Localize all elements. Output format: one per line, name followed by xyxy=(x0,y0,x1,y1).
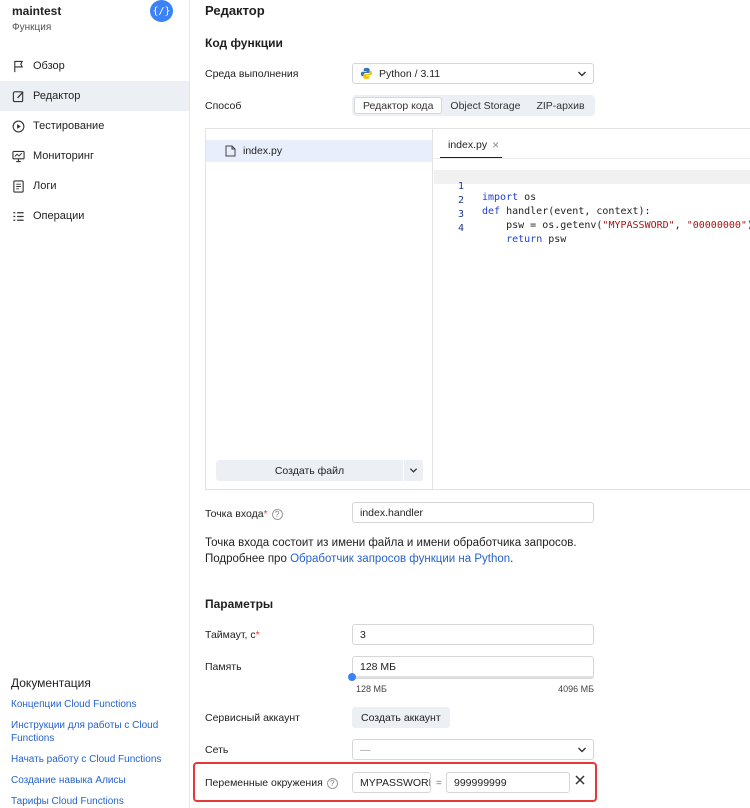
sidebar-item-testing[interactable]: Тестирование xyxy=(0,111,189,141)
tab-code-editor[interactable]: Редактор кода xyxy=(354,97,443,114)
doc-link-pricing[interactable]: Тарифы Cloud Functions xyxy=(11,795,181,808)
file-name: index.py xyxy=(243,145,283,157)
help-icon[interactable]: ? xyxy=(271,508,283,520)
entry-input[interactable]: index.handler xyxy=(352,502,594,523)
sidebar-item-editor[interactable]: Редактор xyxy=(0,81,189,111)
memory-slider-handle[interactable] xyxy=(348,673,356,681)
timeout-label-text: Таймаут, с xyxy=(205,629,256,641)
file-tree: index.py Создать файл xyxy=(206,129,433,489)
create-account-button[interactable]: Создать аккаунт xyxy=(352,707,450,728)
required-mark: * xyxy=(263,508,268,520)
entry-label: Точка входа*? xyxy=(205,508,283,520)
flag-icon xyxy=(14,60,24,72)
doc-link-alice-skill[interactable]: Создание навыка Алисы xyxy=(11,774,181,787)
runtime-select[interactable]: Python / 3.11 xyxy=(352,63,594,84)
docs-title: Документация xyxy=(11,676,91,690)
sidebar-nav: Обзор Редактор Тестирование Мониторинг Л… xyxy=(0,51,189,231)
code-pane[interactable]: index.py × 1 import os 2 def handler(eve… xyxy=(434,129,750,489)
close-tab-icon[interactable]: × xyxy=(492,138,499,152)
tab-object-storage[interactable]: Object Storage xyxy=(442,97,528,114)
code-line: 4 return psw xyxy=(434,212,750,245)
help-icon[interactable]: ? xyxy=(326,777,338,789)
section-params-title: Параметры xyxy=(205,597,274,611)
network-value: — xyxy=(360,743,371,756)
code-keyword: return xyxy=(506,234,543,245)
python-handler-link[interactable]: Обработчик запросов функции на Python xyxy=(290,553,510,565)
entry-desc-line2: Подробнее про Обработчик запросов функци… xyxy=(205,553,514,565)
sidebar-item-overview[interactable]: Обзор xyxy=(0,51,189,81)
memory-label: Память xyxy=(205,661,242,673)
log-icon xyxy=(13,179,24,193)
required-mark: * xyxy=(255,629,260,641)
app-type: Функция xyxy=(12,22,52,33)
memory-slider-track[interactable] xyxy=(352,676,594,678)
entry-desc-line: Точка входа состоит из имени файла и име… xyxy=(205,537,577,549)
code-line: 2 def handler(event, context): xyxy=(434,184,750,217)
page-title: Редактор xyxy=(205,3,265,18)
env-label: Переменные окружения? xyxy=(205,777,338,789)
list-icon xyxy=(13,211,24,221)
env-key-input[interactable]: MYPASSWORD xyxy=(352,772,431,793)
entry-label-text: Точка входа xyxy=(205,508,264,520)
create-file-button[interactable]: Создать файл xyxy=(216,460,403,481)
chevron-down-icon xyxy=(578,71,586,77)
doc-link-getting-started[interactable]: Начать работу с Cloud Functions xyxy=(11,753,181,766)
section-code-title: Код функции xyxy=(205,36,283,50)
memory-min: 128 МБ xyxy=(356,684,387,694)
sidebar-item-label: Редактор xyxy=(33,90,81,102)
tab-zip-archive[interactable]: ZIP-архив xyxy=(528,97,592,114)
runtime-value: Python / 3.11 xyxy=(379,67,441,80)
account-label: Сервисный аккаунт xyxy=(205,712,300,724)
code-tab[interactable]: index.py × xyxy=(448,138,499,152)
sidebar-item-label: Обзор xyxy=(33,60,65,72)
file-icon xyxy=(225,145,236,157)
code-editor: index.py Создать файл index.py × 1 impor… xyxy=(205,128,750,490)
code-line: 3 psw = os.getenv("MYPASSWORD", "0000000… xyxy=(434,198,750,231)
line-number: 4 xyxy=(457,223,464,234)
sidebar-item-label: Мониторинг xyxy=(33,150,95,162)
env-value-input[interactable]: 999999999 xyxy=(446,772,570,793)
sidebar-item-label: Тестирование xyxy=(33,120,105,132)
entry-description: Точка входа состоит из имени файла и име… xyxy=(205,535,577,567)
code-divider xyxy=(434,158,750,159)
method-label: Способ xyxy=(205,100,242,112)
doc-link-instructions[interactable]: Инструкции для работы с Cloud Functions xyxy=(11,719,181,745)
close-icon[interactable] xyxy=(574,774,586,786)
create-file-group: Создать файл xyxy=(216,460,423,481)
sidebar: maintest Функция {/} Обзор Редактор Тест… xyxy=(0,0,190,808)
app-name: maintest xyxy=(12,4,62,18)
memory-max: 4096 МБ xyxy=(558,684,594,694)
sidebar-item-label: Операции xyxy=(33,210,85,222)
sidebar-item-monitoring[interactable]: Мониторинг xyxy=(0,141,189,171)
play-circle-icon xyxy=(12,120,25,132)
code-line: 1 import os xyxy=(434,170,750,203)
chevron-down-icon xyxy=(578,747,586,753)
python-icon xyxy=(360,67,373,80)
method-tabs: Редактор кода Object Storage ZIP-архив xyxy=(352,95,595,116)
sidebar-item-label: Логи xyxy=(33,180,57,192)
code-tab-label: index.py xyxy=(448,139,488,151)
file-item[interactable]: index.py xyxy=(206,140,432,162)
sidebar-item-operations[interactable]: Операции xyxy=(0,201,189,231)
network-label: Сеть xyxy=(205,744,229,756)
timeout-label: Таймаут, с* xyxy=(205,629,260,641)
edit-icon xyxy=(12,90,24,102)
network-select[interactable]: — xyxy=(352,739,594,760)
function-badge-icon: {/} xyxy=(150,0,173,22)
code-text: psw xyxy=(542,234,567,245)
entry-desc-prefix: Подробнее про xyxy=(205,553,291,565)
timeout-input[interactable]: 3 xyxy=(352,624,594,645)
env-equals: = xyxy=(436,778,442,789)
monitor-icon xyxy=(12,150,25,162)
env-label-text: Переменные окружения xyxy=(205,777,323,789)
sidebar-item-logs[interactable]: Логи xyxy=(0,171,189,201)
main-content: Редактор Код функции Среда выполнения Py… xyxy=(190,0,750,808)
doc-link-concepts[interactable]: Концепции Cloud Functions xyxy=(11,698,181,711)
docs-section: Документация Концепции Cloud Functions И… xyxy=(11,676,181,808)
create-file-dropdown[interactable] xyxy=(404,460,423,481)
runtime-label: Среда выполнения xyxy=(205,68,299,80)
chevron-down-icon xyxy=(409,468,418,473)
